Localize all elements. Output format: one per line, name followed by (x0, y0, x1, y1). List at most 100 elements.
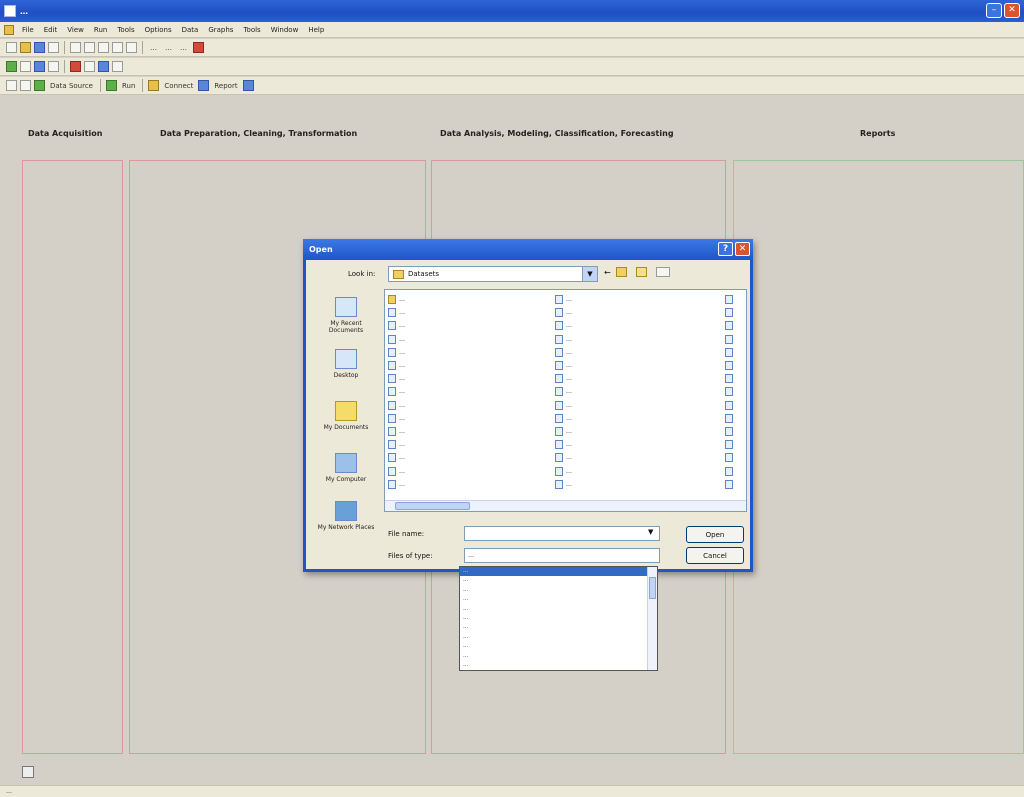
file-item[interactable] (725, 385, 745, 398)
run-button[interactable]: Run (120, 80, 137, 92)
statistics-icon[interactable] (34, 61, 45, 72)
file-item[interactable]: … (388, 399, 548, 412)
file-item[interactable]: … (555, 425, 715, 438)
file-item[interactable]: … (555, 412, 715, 425)
scrollbar-thumb[interactable] (395, 502, 470, 510)
look-in-dropdown[interactable]: Datasets ▼ (388, 266, 598, 282)
file-type-option[interactable]: … (460, 633, 657, 642)
open-icon[interactable] (20, 42, 31, 53)
file-item[interactable]: … (388, 346, 548, 359)
connect-icon[interactable] (148, 80, 160, 91)
file-item[interactable] (725, 464, 745, 477)
place-desktop[interactable]: Desktop (314, 349, 378, 379)
data-source-icon[interactable] (34, 80, 45, 91)
file-item[interactable]: … (555, 333, 715, 346)
place-my-computer[interactable]: My Computer (314, 453, 378, 483)
file-item[interactable]: … (388, 319, 548, 332)
save-icon[interactable] (34, 42, 45, 53)
file-item[interactable] (725, 333, 745, 346)
reports-pane[interactable] (733, 160, 1024, 754)
file-item[interactable]: … (388, 464, 548, 477)
save-graph-icon[interactable] (98, 61, 109, 72)
file-item[interactable]: … (388, 438, 548, 451)
file-item[interactable]: … (555, 451, 715, 464)
new-folder-icon[interactable] (635, 267, 647, 277)
file-item[interactable] (725, 451, 745, 464)
dialog-close-button[interactable]: ✕ (735, 242, 750, 256)
file-item[interactable]: … (555, 346, 715, 359)
new-icon[interactable] (6, 42, 17, 53)
help-button[interactable]: ? (718, 242, 733, 256)
back-arrow-icon[interactable]: ← (604, 268, 611, 277)
menu-view[interactable]: View (62, 26, 89, 34)
file-item[interactable]: … (388, 478, 548, 491)
menu-options[interactable]: Options (140, 26, 177, 34)
file-item[interactable]: … (388, 306, 548, 319)
vertical-scrollbar[interactable] (647, 567, 657, 670)
files-of-type-dropdown[interactable]: … (464, 548, 660, 563)
close-button[interactable]: ✕ (1004, 3, 1020, 18)
view-menu-icon[interactable] (655, 267, 670, 277)
back-icon[interactable] (6, 80, 17, 91)
open-button[interactable]: Open (686, 526, 744, 543)
place-network[interactable]: My Network Places (314, 501, 378, 531)
file-item[interactable]: … (388, 372, 548, 385)
file-item[interactable] (725, 478, 745, 491)
file-type-option[interactable]: … (460, 652, 657, 661)
file-type-option[interactable]: … (460, 605, 657, 614)
file-item[interactable]: … (555, 293, 715, 306)
file-name-input[interactable] (464, 526, 660, 541)
file-item[interactable]: … (388, 385, 548, 398)
connect-button[interactable]: Connect (162, 80, 195, 92)
workspace-icon[interactable] (22, 766, 34, 778)
add-to-workbook-button[interactable]: … (148, 42, 160, 54)
menu-file[interactable]: File (17, 26, 39, 34)
layout-icon[interactable] (48, 61, 59, 72)
file-item[interactable] (725, 319, 745, 332)
add-to-ms-word-button[interactable]: … (178, 42, 190, 54)
minimize-button[interactable]: – (986, 3, 1002, 18)
paste-icon[interactable] (98, 42, 109, 53)
file-item[interactable] (725, 412, 745, 425)
acquisition-pane[interactable] (22, 160, 123, 754)
forward-icon[interactable] (20, 80, 31, 91)
file-item[interactable] (725, 359, 745, 372)
file-item[interactable]: … (388, 425, 548, 438)
file-type-option[interactable]: … (460, 567, 657, 577)
menu-tools-2[interactable]: Tools (238, 26, 265, 34)
file-type-option[interactable]: … (460, 614, 657, 623)
report-button[interactable]: Report (212, 80, 239, 92)
file-item[interactable]: … (555, 478, 715, 491)
file-item[interactable]: … (388, 412, 548, 425)
horizontal-scrollbar[interactable] (385, 500, 746, 511)
place-my-documents[interactable]: My Documents (314, 401, 378, 431)
file-item[interactable] (725, 399, 745, 412)
place-recent-documents[interactable]: My Recent Documents (314, 297, 378, 334)
redo-icon[interactable] (126, 42, 137, 53)
file-type-option[interactable]: … (460, 642, 657, 651)
file-item[interactable]: … (555, 306, 715, 319)
file-item[interactable] (725, 293, 745, 306)
chart-type-icon[interactable] (20, 61, 31, 72)
chevron-down-icon[interactable]: ▼ (648, 528, 653, 536)
brush-icon[interactable] (70, 61, 81, 72)
help-icon[interactable] (112, 61, 123, 72)
print-icon[interactable] (48, 42, 59, 53)
file-type-option[interactable]: … (460, 595, 657, 604)
run-icon[interactable] (105, 80, 117, 91)
graph-icon[interactable] (6, 61, 17, 72)
edit-graph-icon[interactable] (84, 61, 95, 72)
scrollbar-thumb[interactable] (649, 577, 656, 599)
up-folder-icon[interactable] (615, 267, 627, 277)
menu-graphs[interactable]: Graphs (203, 26, 238, 34)
file-item[interactable]: … (555, 464, 715, 477)
file-item[interactable] (725, 425, 745, 438)
file-item[interactable]: … (555, 399, 715, 412)
file-item[interactable]: … (388, 359, 548, 372)
add-to-report-button[interactable]: … (163, 42, 175, 54)
file-type-option[interactable]: … (460, 623, 657, 632)
menu-data[interactable]: Data (177, 26, 204, 34)
macro-icon[interactable] (193, 42, 204, 53)
menu-help[interactable]: Help (303, 26, 329, 34)
file-item[interactable]: … (555, 359, 715, 372)
